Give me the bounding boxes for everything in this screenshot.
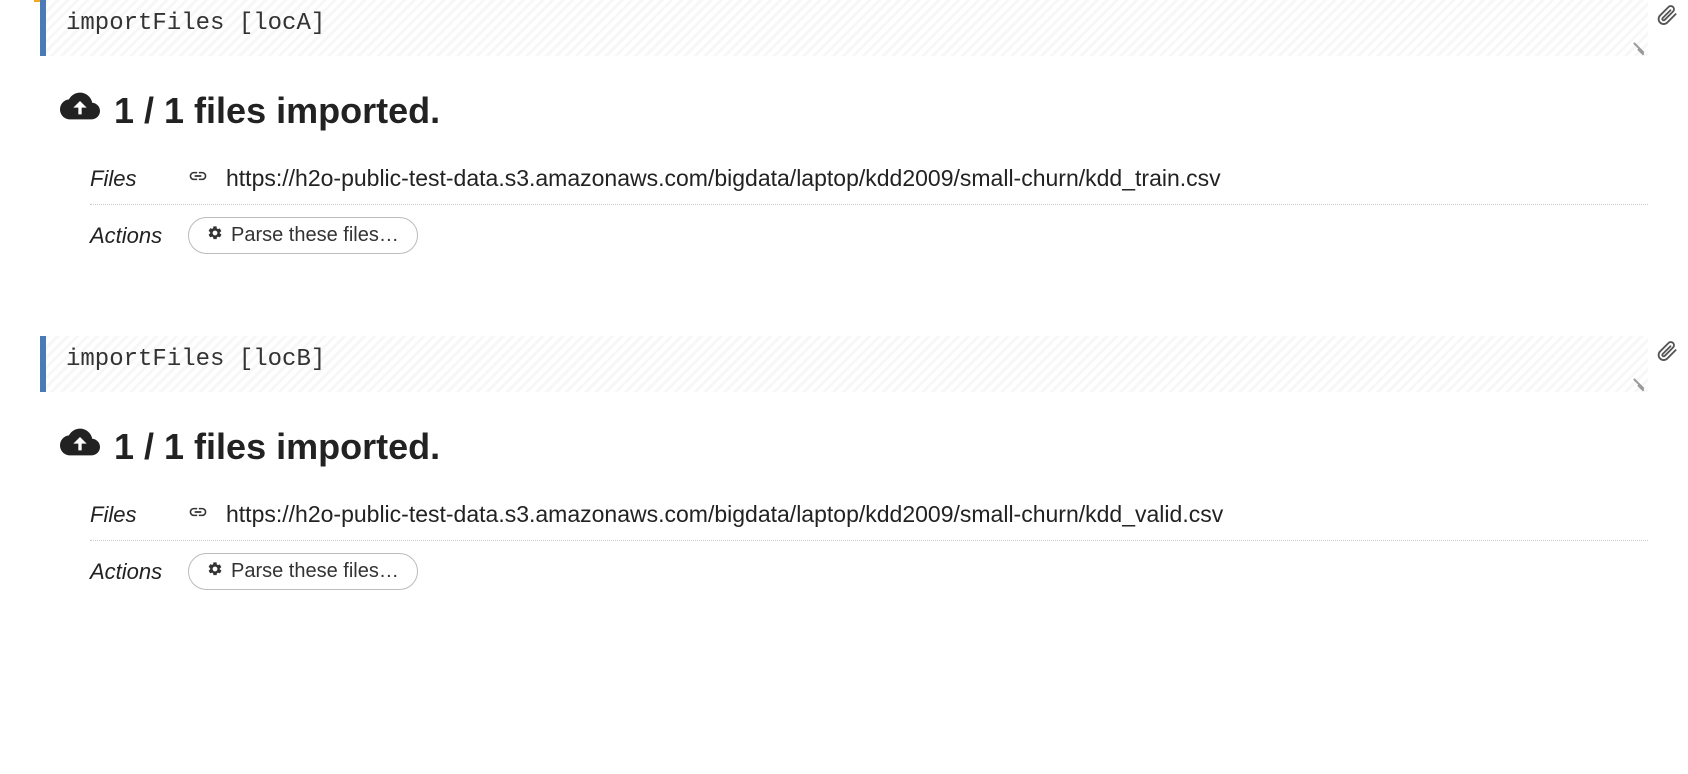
files-label: Files bbox=[90, 166, 170, 192]
parse-button-label: Parse these files… bbox=[231, 560, 399, 583]
resize-handle-icon bbox=[1630, 376, 1644, 390]
cloud-upload-icon bbox=[60, 422, 100, 471]
files-label: Files bbox=[90, 502, 170, 528]
file-url-link[interactable]: https://h2o-public-test-data.s3.amazonaw… bbox=[226, 165, 1221, 192]
actions-row: Actions Parse these files… bbox=[90, 205, 1648, 266]
actions-label: Actions bbox=[90, 559, 170, 585]
files-row: Files https://h2o-public-test-data.s3.am… bbox=[90, 153, 1648, 205]
code-input[interactable]: importFiles [locA] bbox=[40, 0, 1648, 56]
output-block-2: 1 / 1 files imported. Files https://h2o-… bbox=[60, 422, 1648, 602]
paperclip-icon[interactable] bbox=[1656, 340, 1678, 367]
heading-text: 1 / 1 files imported. bbox=[114, 426, 440, 468]
code-input[interactable]: importFiles [locB] bbox=[40, 336, 1648, 392]
code-cell-2: importFiles [locB] bbox=[40, 336, 1648, 392]
cloud-upload-icon bbox=[60, 86, 100, 135]
gear-icon bbox=[207, 224, 223, 247]
code-cell-1: importFiles [locA] bbox=[40, 0, 1648, 56]
link-icon bbox=[188, 502, 208, 528]
parse-files-button[interactable]: Parse these files… bbox=[188, 217, 418, 254]
link-icon bbox=[188, 166, 208, 192]
actions-label: Actions bbox=[90, 223, 170, 249]
output-block-1: 1 / 1 files imported. Files https://h2o-… bbox=[60, 86, 1648, 266]
paperclip-icon[interactable] bbox=[1656, 4, 1678, 31]
heading-text: 1 / 1 files imported. bbox=[114, 90, 440, 132]
parse-files-button[interactable]: Parse these files… bbox=[188, 553, 418, 590]
code-text: importFiles [locA] bbox=[66, 10, 325, 37]
files-row: Files https://h2o-public-test-data.s3.am… bbox=[90, 489, 1648, 541]
code-text: importFiles [locB] bbox=[66, 346, 325, 373]
import-heading: 1 / 1 files imported. bbox=[60, 86, 1648, 135]
actions-row: Actions Parse these files… bbox=[90, 541, 1648, 602]
gear-icon bbox=[207, 560, 223, 583]
resize-handle-icon bbox=[1630, 40, 1644, 54]
file-url-link[interactable]: https://h2o-public-test-data.s3.amazonaw… bbox=[226, 501, 1223, 528]
import-heading: 1 / 1 files imported. bbox=[60, 422, 1648, 471]
parse-button-label: Parse these files… bbox=[231, 224, 399, 247]
